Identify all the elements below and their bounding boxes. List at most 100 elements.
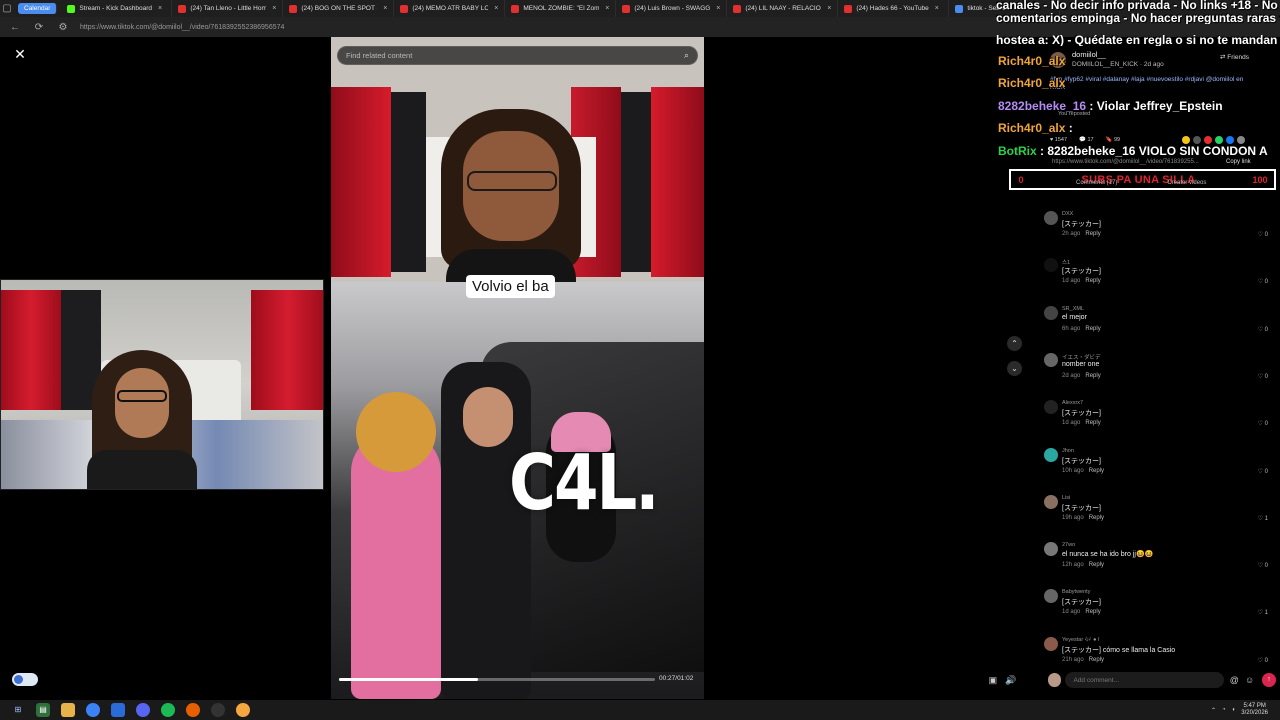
comment-avatar[interactable]	[1044, 352, 1058, 367]
screen-icon[interactable]	[111, 703, 125, 717]
reply-button[interactable]: Reply	[1085, 373, 1100, 379]
comment-like[interactable]: ♡ 0	[1258, 373, 1268, 380]
video-progress-bar[interactable]	[339, 678, 655, 681]
comment-like[interactable]: ♡ 1	[1258, 609, 1268, 616]
next-video-button[interactable]: ⌄	[1007, 361, 1022, 376]
browser-tab[interactable]: (24) MEMO ATR BABY LO ×	[394, 0, 506, 17]
comment-username[interactable]: イエス・ダビデ	[1062, 353, 1100, 361]
reply-button[interactable]: Reply	[1089, 562, 1104, 568]
reply-button[interactable]: Reply	[1089, 468, 1104, 474]
comment-like[interactable]: ♡ 0	[1258, 562, 1268, 569]
video-player[interactable]: Find related content ⌕ Volvio el ba C4L.…	[331, 37, 704, 699]
comment-username[interactable]: Alexxrx7	[1062, 400, 1083, 406]
browser-tab[interactable]: (24) BOG ON THE SPOT - G C ×	[283, 0, 395, 17]
comment-like[interactable]: ♡ 0	[1258, 278, 1268, 285]
toggle-switch[interactable]	[12, 673, 38, 686]
comment-avatar[interactable]	[1044, 542, 1058, 557]
reply-button[interactable]: Reply	[1085, 278, 1100, 284]
comment-avatar[interactable]	[1044, 589, 1058, 604]
comment-avatar[interactable]	[1044, 400, 1058, 415]
browser-tab[interactable]: (24) Luis Brown - SWAGGER (V ×	[616, 0, 728, 17]
comment-meta: 21h ago Reply	[1062, 657, 1104, 663]
send-button[interactable]: ↑	[1262, 673, 1276, 687]
reply-button[interactable]: Reply	[1089, 515, 1104, 521]
mention-icon[interactable]: @	[1230, 675, 1239, 685]
comment-avatar[interactable]	[1044, 305, 1058, 320]
comment-avatar[interactable]	[1044, 211, 1058, 225]
comment-input[interactable]	[1065, 672, 1224, 688]
site-info-icon[interactable]: ⚙	[56, 22, 70, 33]
comment-username[interactable]: Yeyestar 🎶 ● I	[1062, 637, 1099, 643]
comment-avatar[interactable]	[1044, 447, 1058, 462]
comment-like[interactable]: ♡ 0	[1258, 657, 1268, 664]
terminal-icon[interactable]: ▤	[36, 703, 50, 717]
tab-close-icon[interactable]: ×	[158, 5, 162, 12]
tab-close-icon[interactable]: ×	[494, 5, 498, 12]
reply-button[interactable]: Reply	[1085, 420, 1100, 426]
browser-tab[interactable]: (24) Hades 66 - YouTube ×	[838, 0, 950, 17]
app-icon[interactable]	[236, 703, 250, 717]
browser-tab[interactable]: (24) Tan Lleno - Little Homie (×	[172, 0, 284, 17]
comment-like[interactable]: ♡ 0	[1258, 326, 1268, 333]
comment-username[interactable]: SR_XML	[1062, 306, 1084, 312]
tab-close-icon[interactable]: ×	[827, 5, 831, 12]
tab-close-icon[interactable]: ×	[935, 5, 939, 12]
browser-tab[interactable]: Stream - Kick Dashboard ×	[61, 0, 173, 17]
discord-icon[interactable]	[136, 703, 150, 717]
browser-tab[interactable]: (24) LIL NAAY - RELACIONAD ×	[727, 0, 839, 17]
volume-tray-icon[interactable]: ◖	[1232, 707, 1236, 713]
comment-username[interactable]: DXX	[1062, 211, 1073, 217]
url-field[interactable]: https://www.tiktok.com/@domiilol__/video…	[80, 24, 284, 31]
comment-like[interactable]: ♡ 1	[1258, 515, 1268, 522]
reply-button[interactable]: Reply	[1085, 326, 1100, 332]
emoji-icon[interactable]: ☺	[1245, 675, 1254, 685]
previous-video-button[interactable]: ⌃	[1007, 336, 1022, 351]
browser-tab[interactable]: MENOL ZOMBIE: "El Zombie" ×	[505, 0, 617, 17]
comment-username[interactable]: 스1	[1062, 258, 1070, 266]
comment-avatar[interactable]	[1044, 258, 1058, 273]
search-icon[interactable]: ⌕	[684, 50, 689, 61]
volume-icon[interactable]: 🔊	[1004, 673, 1018, 687]
comment-meta: 2d ago Reply	[1062, 373, 1101, 379]
reply-button[interactable]: Reply	[1085, 609, 1100, 615]
reload-icon[interactable]: ⟳	[32, 22, 46, 33]
tab-label: Calendar	[24, 5, 51, 12]
tab-creator-videos[interactable]: Creator videos	[1167, 180, 1206, 186]
tab-close-icon[interactable]: ×	[383, 5, 387, 12]
comment-avatar[interactable]	[1044, 494, 1058, 509]
browser-tab[interactable]: Calendar	[18, 3, 58, 14]
comment-item: Babytwenty [ステッカー] 1d ago Reply ♡ 1	[1040, 583, 1272, 627]
folder-icon[interactable]	[61, 703, 75, 717]
close-button[interactable]: ✕	[12, 46, 28, 62]
comment-like-count: 0	[1264, 563, 1268, 570]
comment-username[interactable]: Lisi	[1062, 495, 1070, 501]
video-top-frame	[331, 37, 704, 282]
obs-icon[interactable]	[211, 703, 225, 717]
firefox-icon[interactable]	[186, 703, 200, 717]
tab-close-icon[interactable]: ×	[272, 5, 276, 12]
tab-comments[interactable]: Comments (17)	[1076, 180, 1117, 186]
tray-chevron-icon[interactable]: ⌃	[1211, 707, 1216, 714]
pip-icon[interactable]: ▣	[986, 673, 1000, 687]
reply-button[interactable]: Reply	[1085, 231, 1100, 237]
comment-meta: 2h ago Reply	[1062, 231, 1101, 237]
window-menu-icon[interactable]: ▢	[0, 3, 14, 14]
back-icon[interactable]: ←	[8, 22, 22, 33]
chrome-icon[interactable]	[86, 703, 100, 717]
comment-like[interactable]: ♡ 0	[1258, 468, 1268, 475]
comment-avatar[interactable]	[1044, 636, 1058, 651]
spotify-icon[interactable]	[161, 703, 175, 717]
comment-like[interactable]: ♡ 0	[1258, 231, 1268, 238]
comment-tabs: Comments (17) Creator videos	[1076, 180, 1206, 186]
reply-button[interactable]: Reply	[1089, 657, 1104, 663]
wifi-icon[interactable]: ◔	[1222, 707, 1226, 713]
comment-username[interactable]: Babytwenty	[1062, 589, 1090, 595]
comment-username[interactable]: Jhon	[1062, 448, 1074, 454]
comment-like[interactable]: ♡ 0	[1258, 420, 1268, 427]
tab-close-icon[interactable]: ×	[605, 5, 609, 12]
comment-username[interactable]: 27wo	[1062, 542, 1075, 548]
start-icon[interactable]: ⊞	[11, 703, 25, 717]
clock[interactable]: 5:47 PM 3/20/2026	[1241, 703, 1268, 717]
tab-close-icon[interactable]: ×	[716, 5, 720, 12]
related-search-input[interactable]: Find related content ⌕	[337, 46, 698, 65]
